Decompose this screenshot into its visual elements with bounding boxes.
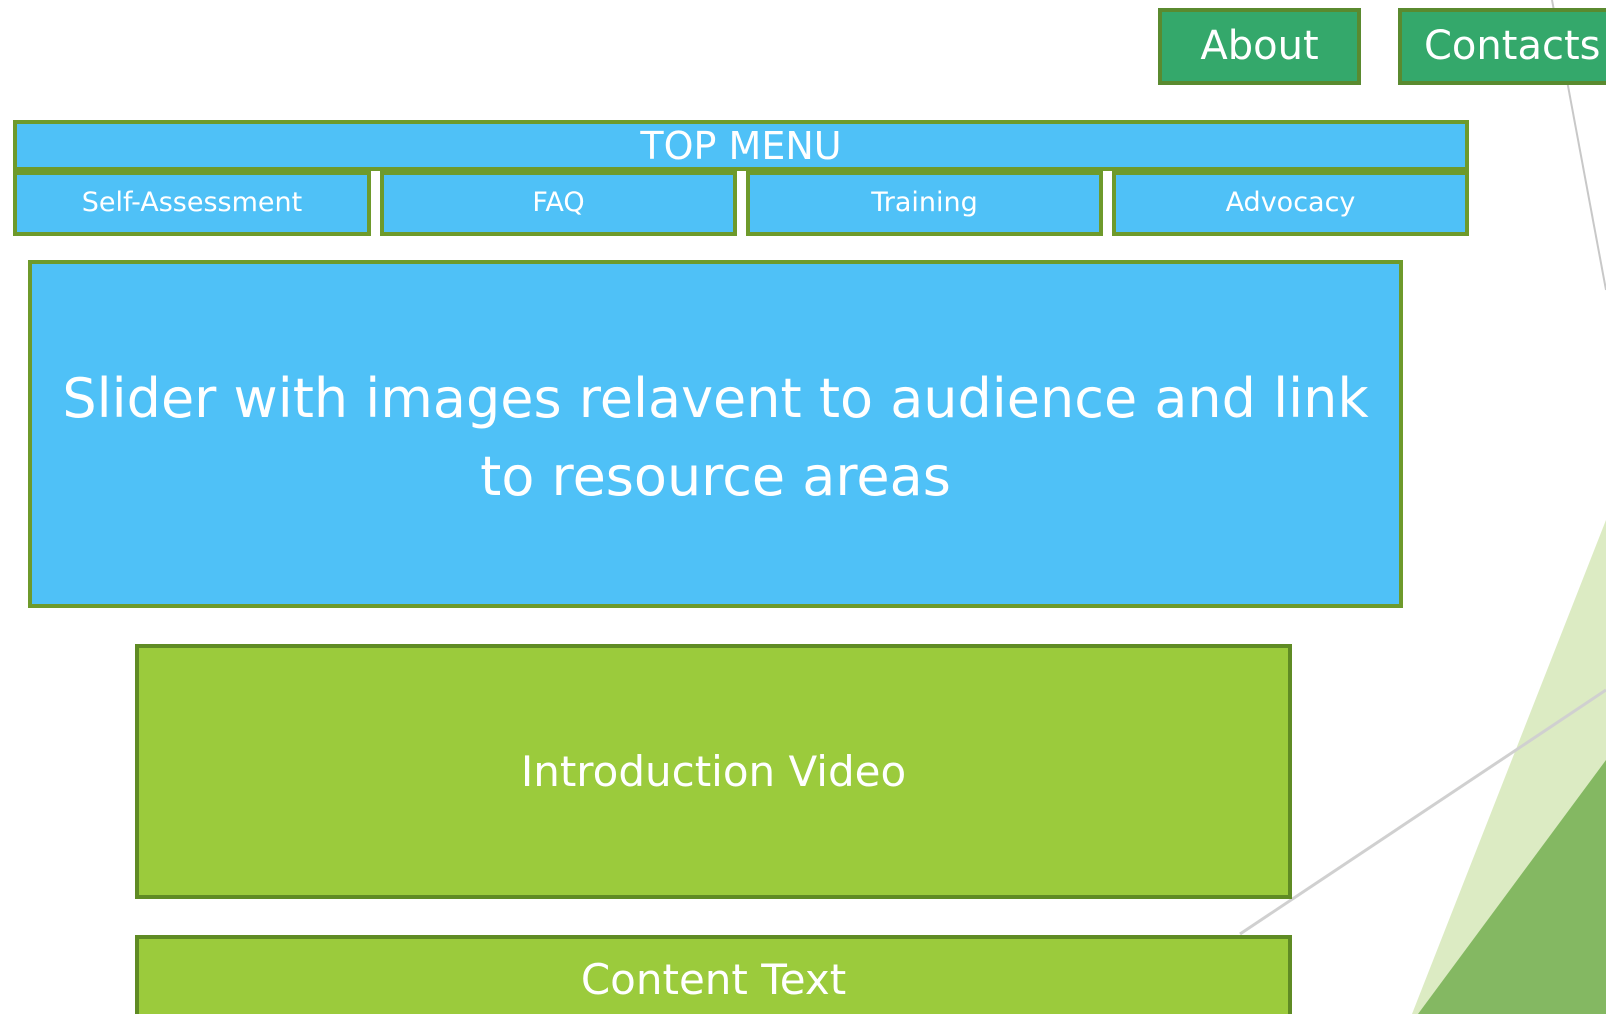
slide-canvas: About Contacts TOP MENU Self-Assessment … [0, 0, 1606, 1014]
top-menu-title: TOP MENU [13, 120, 1469, 171]
introduction-video[interactable]: Introduction Video [135, 644, 1292, 899]
intro-video-label: Introduction Video [520, 747, 907, 796]
slider-text: Slider with images relavent to audience … [62, 367, 1369, 508]
hero-slider[interactable]: Slider with images relavent to audience … [28, 260, 1403, 608]
menu-item-faq[interactable]: FAQ [380, 171, 737, 236]
about-button[interactable]: About [1158, 8, 1361, 85]
content-text-section: Content Text [135, 935, 1292, 1014]
contacts-button[interactable]: Contacts [1398, 8, 1606, 85]
menu-item-advocacy[interactable]: Advocacy [1112, 171, 1469, 236]
content-text-label: Content Text [580, 955, 847, 1004]
menu-item-self-assessment[interactable]: Self-Assessment [13, 171, 371, 236]
menu-item-training[interactable]: Training [746, 171, 1103, 236]
